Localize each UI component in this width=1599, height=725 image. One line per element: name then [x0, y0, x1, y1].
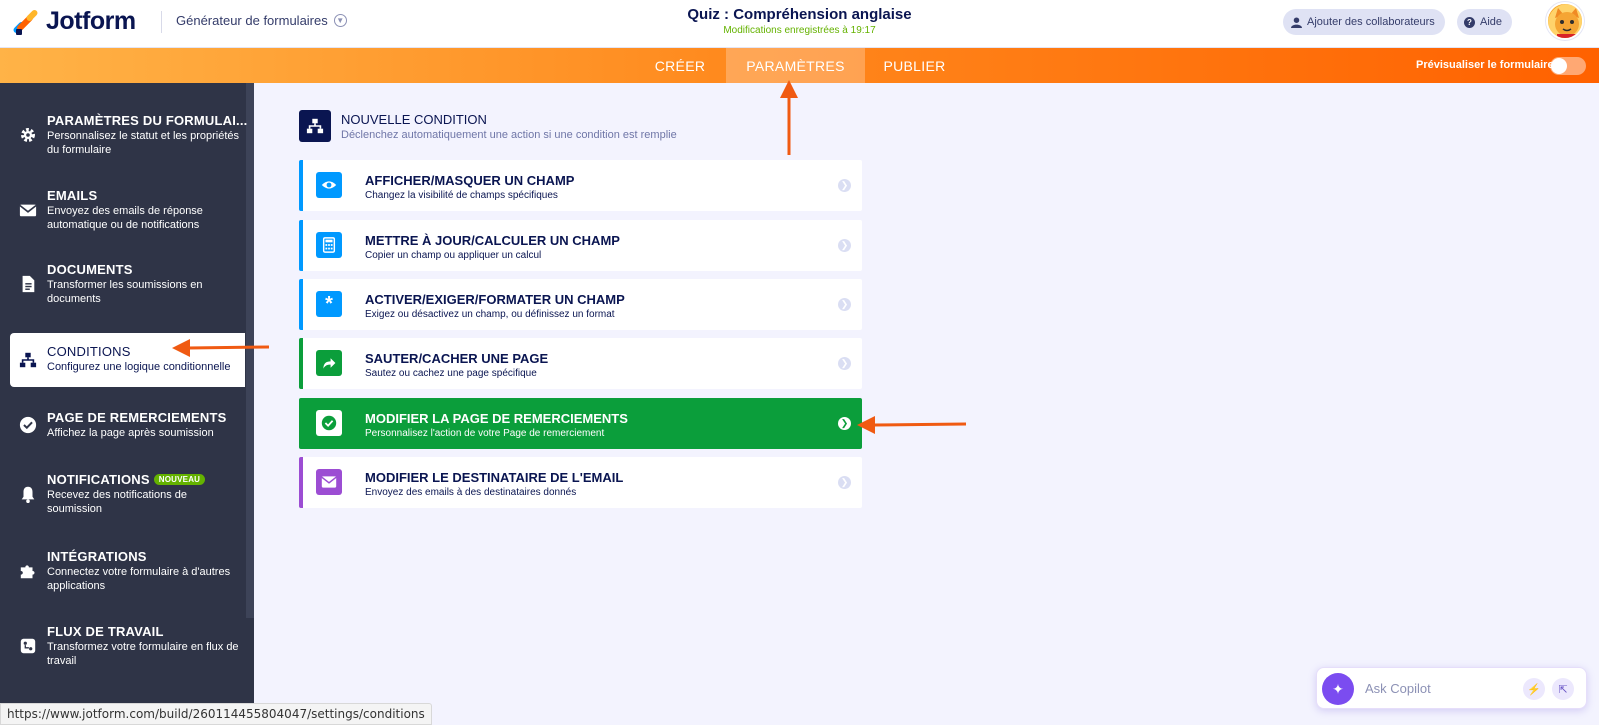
workflow-icon [20, 638, 36, 654]
sidebar-item-title: PARAMÈTRES DU FORMULAI... [47, 113, 248, 128]
chevron-right-icon: ❯ [838, 476, 851, 489]
condition-change-thank-you-page[interactable]: MODIFIER LA PAGE DE REMERCIEMENTS Person… [299, 398, 862, 449]
user-icon [1291, 16, 1302, 28]
sidebar-item-desc: Transformez votre formulaire en flux de … [47, 641, 239, 667]
condition-skip-hide-page[interactable]: SAUTER/CACHER UNE PAGE Sautez ou cachez … [299, 338, 862, 389]
help-label: Aide [1480, 16, 1503, 28]
sidebar-item-documents[interactable]: DOCUMENTS Transformer les soumissions en… [10, 262, 245, 306]
chevron-right-icon: ❯ [838, 357, 851, 370]
copilot-widget[interactable]: ✦ Ask Copilot ⚡ ⇱ [1316, 667, 1587, 709]
tab-create[interactable]: CRÉER [640, 48, 720, 83]
sidebar-item-desc: Recevez des notifications de soumission [47, 489, 188, 515]
main-nav: CRÉER PARAMÈTRES PUBLIER Prévisualiser l… [0, 48, 1599, 83]
sidebar-item-conditions[interactable]: CONDITIONS Configurez une logique condit… [10, 333, 245, 387]
toggle-knob [1551, 58, 1567, 74]
sidebar-item-emails[interactable]: EMAILS Envoyez des emails de réponse aut… [10, 188, 245, 232]
condition-title: MODIFIER LA PAGE DE REMERCIEMENTS [365, 411, 628, 426]
sidebar-item-title: INTÉGRATIONS [47, 549, 147, 564]
add-collaborators-button[interactable]: Ajouter des collaborateurs [1283, 9, 1445, 35]
chevron-right-icon: ❯ [838, 179, 851, 192]
sidebar-item-desc: Affichez la page après soumission [47, 427, 214, 439]
collab-label: Ajouter des collaborateurs [1307, 16, 1435, 28]
avatar[interactable] [1546, 2, 1584, 40]
condition-desc: Exigez ou désactivez un champ, ou défini… [365, 309, 615, 320]
sidebar-item-desc: Connectez votre formulaire à d'autres ap… [47, 566, 231, 592]
document-icon [22, 275, 35, 293]
top-bar: Jotform Générateur de formulaires ▼ Quiz… [0, 0, 1599, 48]
tab-publish[interactable]: PUBLIER [872, 48, 957, 83]
tab-settings[interactable]: PARAMÈTRES [726, 48, 865, 83]
condition-change-email-recipient[interactable]: MODIFIER LE DESTINATAIRE DE L'EMAIL Envo… [299, 457, 862, 508]
sidebar-item-integrations[interactable]: INTÉGRATIONS Connectez votre formulaire … [10, 549, 245, 593]
sidebar-item-title: CONDITIONS [47, 344, 131, 359]
sidebar-scrollbar[interactable] [246, 83, 254, 618]
sidebar-item-notifications[interactable]: NOTIFICATIONS NOUVEAU Recevez des notific… [10, 472, 245, 516]
preview-label: Prévisualiser le formulaire [1416, 59, 1554, 71]
sitemap-icon [19, 352, 37, 368]
asterisk-icon: * [316, 291, 342, 317]
puzzle-icon [20, 565, 35, 579]
envelope-icon [316, 469, 342, 495]
sidebar-item-desc: Envoyez des emails de réponse automatiqu… [47, 205, 203, 231]
chevron-right-icon: ❯ [838, 239, 851, 252]
lightning-icon[interactable]: ⚡ [1523, 678, 1545, 700]
sitemap-icon [299, 110, 331, 142]
copilot-input[interactable]: Ask Copilot [1365, 681, 1431, 696]
preview-toggle[interactable] [1550, 57, 1586, 75]
sidebar-item-workflow[interactable]: FLUX DE TRAVAIL Transformez votre formul… [10, 624, 245, 668]
condition-title: METTRE À JOUR/CALCULER UN CHAMP [365, 233, 620, 248]
sidebar-item-title-text: NOTIFICATIONS [47, 472, 150, 487]
gear-icon [21, 128, 35, 142]
condition-title: SAUTER/CACHER UNE PAGE [365, 351, 549, 366]
envelope-icon [19, 204, 37, 217]
sidebar-item-title: DOCUMENTS [47, 262, 133, 277]
condition-title: AFFICHER/MASQUER UN CHAMP [365, 173, 575, 188]
bell-icon [21, 486, 35, 503]
condition-desc: Personnalisez l'action de votre Page de … [365, 428, 605, 439]
new-badge: NOUVEAU [153, 474, 206, 485]
sidebar-item-form-settings[interactable]: PARAMÈTRES DU FORMULAI... Personnalisez … [10, 113, 248, 157]
check-circle-icon [19, 416, 37, 434]
sidebar-item-desc: Transformer les soumissions en documents [47, 279, 203, 305]
condition-desc: Envoyez des emails à des destinataires d… [365, 487, 577, 498]
question-icon: ? [1464, 16, 1475, 28]
condition-enable-require-field[interactable]: * ACTIVER/EXIGER/FORMATER UN CHAMP Exige… [299, 279, 862, 330]
check-icon [316, 410, 342, 436]
condition-desc: Copier un champ ou appliquer un calcul [365, 250, 542, 261]
share-arrow-icon [316, 350, 342, 376]
condition-desc: Sautez ou cachez une page spécifique [365, 368, 537, 379]
sparkle-icon: ✦ [1322, 673, 1354, 705]
condition-desc: Changez la visibilité de champs spécifiq… [365, 190, 558, 201]
calculator-icon [316, 232, 342, 258]
expand-icon[interactable]: ⇱ [1552, 678, 1574, 700]
new-condition-desc: Déclenchez automatiquement une action si… [341, 129, 677, 141]
chevron-right-icon: ❯ [838, 298, 851, 311]
condition-title: MODIFIER LE DESTINATAIRE DE L'EMAIL [365, 470, 624, 485]
eye-icon [316, 172, 342, 198]
sidebar-item-desc: Personnalisez le statut et les propriété… [47, 130, 239, 156]
condition-title: ACTIVER/EXIGER/FORMATER UN CHAMP [365, 292, 625, 307]
condition-show-hide-field[interactable]: AFFICHER/MASQUER UN CHAMP Changez la vis… [299, 160, 862, 211]
sidebar-item-title: PAGE DE REMERCIEMENTS [47, 410, 227, 425]
sidebar-item-title: NOTIFICATIONS NOUVEAU [47, 472, 245, 487]
chevron-right-icon: ❯ [838, 417, 851, 430]
help-button[interactable]: ? Aide [1457, 9, 1513, 35]
status-url: https://www.jotform.com/build/2601144558… [0, 703, 432, 725]
condition-update-calculate-field[interactable]: METTRE À JOUR/CALCULER UN CHAMP Copier u… [299, 220, 862, 271]
sidebar-item-desc: Configurez une logique conditionnelle [47, 361, 231, 373]
arrow-to-settings-tab [780, 80, 798, 155]
sidebar-item-title: EMAILS [47, 188, 98, 203]
arrow-to-thank-you-condition [857, 416, 967, 434]
sidebar-item-title: FLUX DE TRAVAIL [47, 624, 164, 639]
sidebar-item-thank-you-page[interactable]: PAGE DE REMERCIEMENTS Affichez la page a… [10, 410, 245, 440]
new-condition-title: NOUVELLE CONDITION [341, 112, 487, 127]
